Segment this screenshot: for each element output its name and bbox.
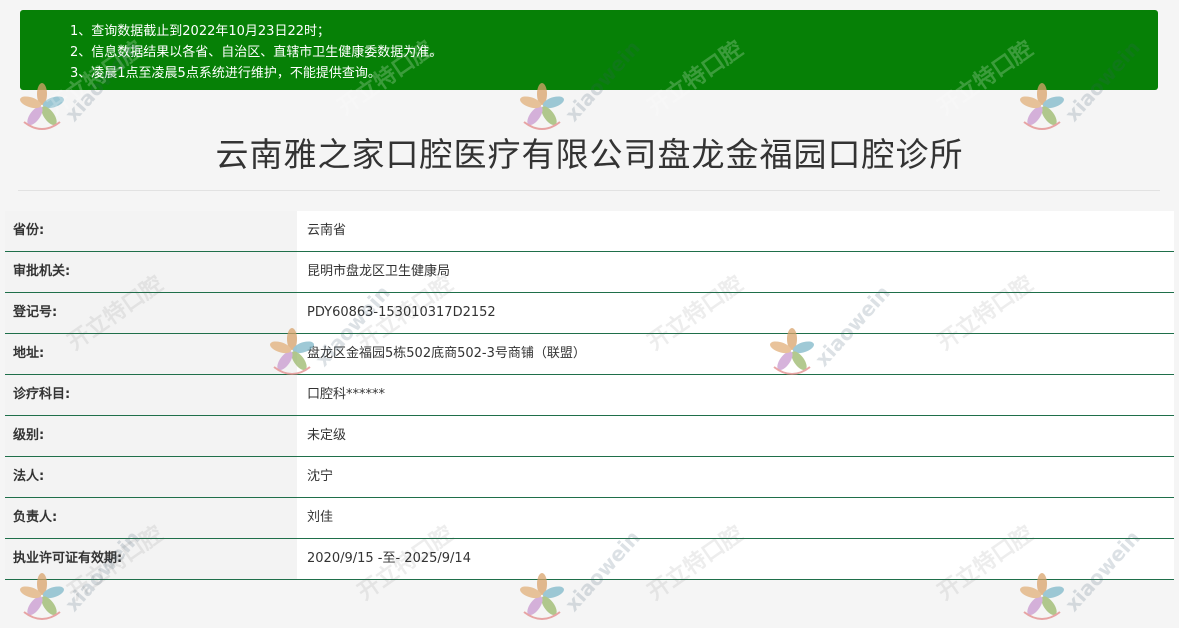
info-table: 省份: 云南省 审批机关: 昆明市盘龙区卫生健康局 登记号: PDY60863-…	[5, 211, 1174, 580]
row-value: 沈宁	[297, 457, 1174, 497]
table-row: 地址: 盘龙区金福园5栋502底商502-3号商铺（联盟）	[5, 334, 1174, 375]
page-title: 云南雅之家口腔医疗有限公司盘龙金福园口腔诊所	[215, 135, 964, 174]
row-value: 口腔科******	[297, 375, 1174, 415]
title-divider	[18, 190, 1160, 191]
row-value: 未定级	[297, 416, 1174, 456]
row-value: 盘龙区金福园5栋502底商502-3号商铺（联盟）	[297, 334, 1174, 374]
row-label: 法人:	[5, 457, 305, 497]
row-value: 云南省	[297, 211, 1174, 251]
table-row: 级别: 未定级	[5, 416, 1174, 457]
row-label: 地址:	[5, 334, 305, 374]
notice-line-1: 1、查询数据截止到2022年10月23日22时；	[70, 24, 330, 39]
table-row: 省份: 云南省	[5, 211, 1174, 252]
table-row: 诊疗科目: 口腔科******	[5, 375, 1174, 416]
row-label: 省份:	[5, 211, 305, 251]
row-label: 诊疗科目:	[5, 375, 305, 415]
table-row: 法人: 沈宁	[5, 457, 1174, 498]
row-label: 级别:	[5, 416, 305, 456]
